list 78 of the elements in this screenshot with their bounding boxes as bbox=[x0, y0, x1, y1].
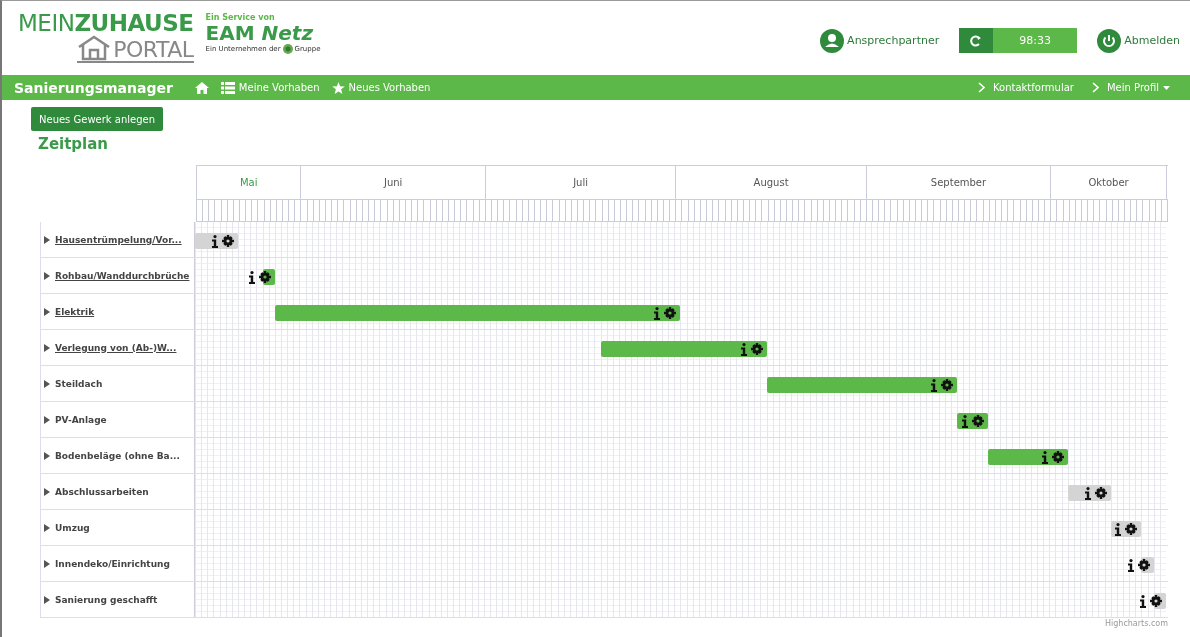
logo-icon bbox=[282, 44, 293, 54]
task-label: Steildach bbox=[55, 378, 103, 389]
gear-icon[interactable] bbox=[1094, 487, 1107, 499]
info-icon[interactable] bbox=[961, 414, 968, 428]
gear-icon[interactable] bbox=[664, 307, 677, 319]
info-icon[interactable] bbox=[654, 306, 661, 320]
month-header: August bbox=[675, 166, 866, 199]
refresh-icon bbox=[970, 34, 983, 47]
expand-icon[interactable] bbox=[44, 343, 50, 352]
list-icon bbox=[220, 81, 235, 94]
gear-icon[interactable] bbox=[1137, 559, 1150, 571]
section-title: Zeitplan bbox=[38, 135, 110, 153]
task-bar[interactable] bbox=[987, 449, 1068, 465]
expand-icon[interactable] bbox=[44, 595, 50, 604]
task-bar[interactable] bbox=[766, 377, 958, 393]
contact-link[interactable]: Ansprechpartner bbox=[820, 28, 940, 53]
person-icon bbox=[820, 28, 845, 53]
new-trade-button[interactable]: Neues Gewerk anlegen bbox=[31, 107, 164, 131]
month-header: Mai bbox=[196, 166, 301, 199]
timer-value: 98:33 bbox=[993, 28, 1078, 53]
gear-icon[interactable] bbox=[750, 343, 763, 355]
service-label: Ein Service von bbox=[205, 13, 276, 22]
expand-icon[interactable] bbox=[44, 271, 50, 280]
month-header: Juli bbox=[484, 166, 676, 199]
chevron-icon bbox=[1091, 82, 1099, 93]
task-label: Sanierung geschafft bbox=[55, 594, 158, 605]
expand-icon[interactable] bbox=[44, 415, 50, 424]
info-icon[interactable] bbox=[1041, 450, 1048, 464]
task-link[interactable]: Rohbau/Wanddurchbrüche bbox=[55, 270, 190, 281]
task-label: Innendeko/Einrichtung bbox=[55, 558, 170, 569]
logo-text: MEINZUHAUSE bbox=[18, 11, 194, 35]
brand-name: EAM Netz bbox=[205, 22, 315, 44]
info-icon[interactable] bbox=[248, 270, 255, 284]
refresh-button[interactable] bbox=[959, 28, 994, 53]
task-link[interactable]: Verlegung von (Ab-)W... bbox=[55, 342, 177, 353]
task-bar[interactable] bbox=[195, 233, 238, 249]
task-link[interactable]: Hausentrümpelung/Vor... bbox=[55, 234, 182, 245]
app-title: Sanierungsmanager bbox=[14, 79, 173, 96]
month-header: September bbox=[865, 166, 1051, 199]
gear-icon[interactable] bbox=[941, 379, 954, 391]
caret-icon bbox=[1163, 85, 1170, 90]
task-label: Abschlussarbeiten bbox=[55, 486, 149, 497]
task-bar[interactable] bbox=[1110, 521, 1142, 537]
star-icon bbox=[331, 81, 345, 94]
info-icon[interactable] bbox=[1140, 594, 1146, 608]
gear-icon[interactable] bbox=[1150, 595, 1162, 607]
task-bar[interactable] bbox=[957, 413, 988, 429]
expand-icon[interactable] bbox=[44, 379, 50, 388]
power-icon bbox=[1097, 28, 1122, 53]
task-bar[interactable] bbox=[600, 341, 767, 357]
gear-icon[interactable] bbox=[222, 235, 234, 247]
expand-icon[interactable] bbox=[44, 235, 50, 244]
gear-icon[interactable] bbox=[971, 415, 984, 427]
gear-icon[interactable] bbox=[258, 271, 271, 283]
chart-credit: Highcharts.com bbox=[1104, 619, 1168, 628]
info-icon[interactable] bbox=[1127, 558, 1134, 572]
task-link[interactable]: Elektrik bbox=[55, 306, 95, 317]
expand-icon[interactable] bbox=[44, 451, 50, 460]
expand-icon[interactable] bbox=[44, 559, 50, 568]
info-icon[interactable] bbox=[1084, 486, 1091, 500]
info-icon[interactable] bbox=[212, 234, 218, 248]
info-icon[interactable] bbox=[740, 342, 747, 356]
gear-icon[interactable] bbox=[1125, 523, 1138, 535]
logout-link[interactable]: Abmelden bbox=[1097, 28, 1180, 53]
gear-icon[interactable] bbox=[1051, 451, 1064, 463]
task-label: Umzug bbox=[55, 522, 90, 533]
info-icon[interactable] bbox=[1115, 522, 1122, 536]
logo-text: PORTAL bbox=[113, 39, 194, 61]
expand-icon[interactable] bbox=[44, 307, 50, 316]
month-header: Juni bbox=[300, 166, 485, 199]
chevron-icon bbox=[978, 82, 985, 93]
expand-icon[interactable] bbox=[44, 487, 50, 496]
task-bar[interactable] bbox=[1067, 485, 1111, 501]
expand-icon[interactable] bbox=[44, 523, 50, 532]
info-icon[interactable] bbox=[931, 378, 938, 392]
task-label: Bodenbeläge (ohne Ba... bbox=[55, 450, 180, 461]
month-header: Oktober bbox=[1050, 166, 1167, 199]
task-label: PV-Anlage bbox=[55, 414, 107, 425]
